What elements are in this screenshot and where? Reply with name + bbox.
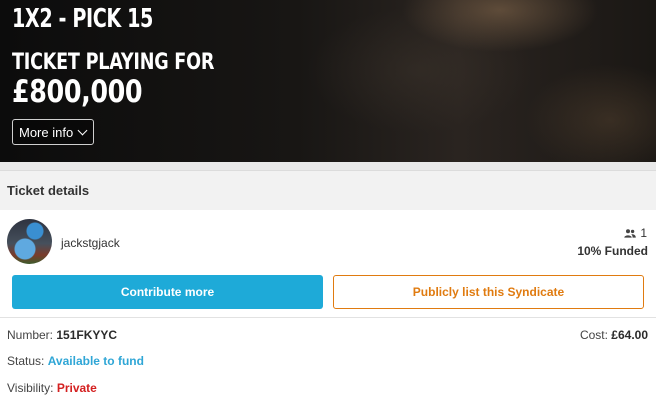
ticket-number-value: 151FKYYC (56, 328, 118, 342)
avatar (7, 219, 52, 264)
section-divider (0, 162, 656, 170)
more-info-label: More info (19, 124, 74, 140)
details-divider (0, 317, 656, 318)
publicly-list-syndicate-button[interactable]: Publicly list this Syndicate (333, 275, 644, 309)
prize-amount: £800,000 (12, 74, 143, 110)
ticket-visibility-row: Visibility: Private (7, 381, 97, 395)
ticket-number-label: Number: (7, 328, 54, 342)
members-count: 1 (624, 226, 647, 240)
ticket-visibility-label: Visibility: (7, 381, 54, 395)
ticket-details-header: Ticket details (0, 170, 656, 210)
ticket-status-value: Available to fund (47, 354, 144, 368)
username: jackstgjack (61, 236, 120, 250)
members-count-value: 1 (640, 226, 647, 240)
ticket-number-row: Number: 151FKYYC (7, 328, 117, 342)
ticket-status-row: Status: Available to fund (7, 354, 144, 368)
ticket-status-label: Status: (7, 354, 45, 368)
contribute-more-button[interactable]: Contribute more (12, 275, 323, 309)
ticket-cost-row: Cost: £64.00 (580, 328, 648, 342)
more-info-button[interactable]: More info (12, 119, 94, 145)
chevron-down-icon (77, 125, 88, 135)
ticket-cost-value: £64.00 (611, 328, 648, 342)
ticket-hero-banner: 1X2 - PICK 15 TICKET PLAYING FOR £800,00… (0, 0, 656, 162)
people-icon (624, 228, 637, 238)
ticket-visibility-value: Private (56, 381, 97, 395)
game-title: 1X2 - PICK 15 (12, 4, 153, 34)
prize-caption: TICKET PLAYING FOR (12, 50, 215, 75)
funded-status: 10% Funded (577, 244, 648, 258)
ticket-cost-label: Cost: (579, 328, 608, 342)
